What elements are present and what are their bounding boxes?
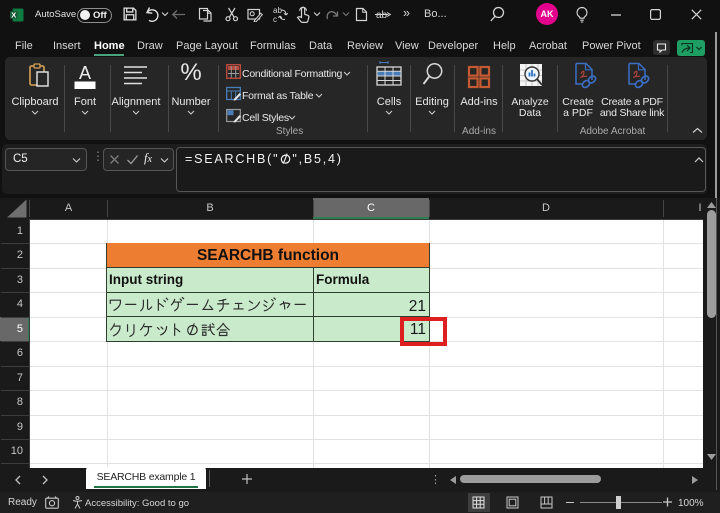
svg-text:ab: ab (376, 10, 388, 21)
svg-text:A: A (79, 63, 91, 83)
svg-text:X: X (11, 11, 16, 20)
svg-text:c: c (273, 15, 277, 23)
